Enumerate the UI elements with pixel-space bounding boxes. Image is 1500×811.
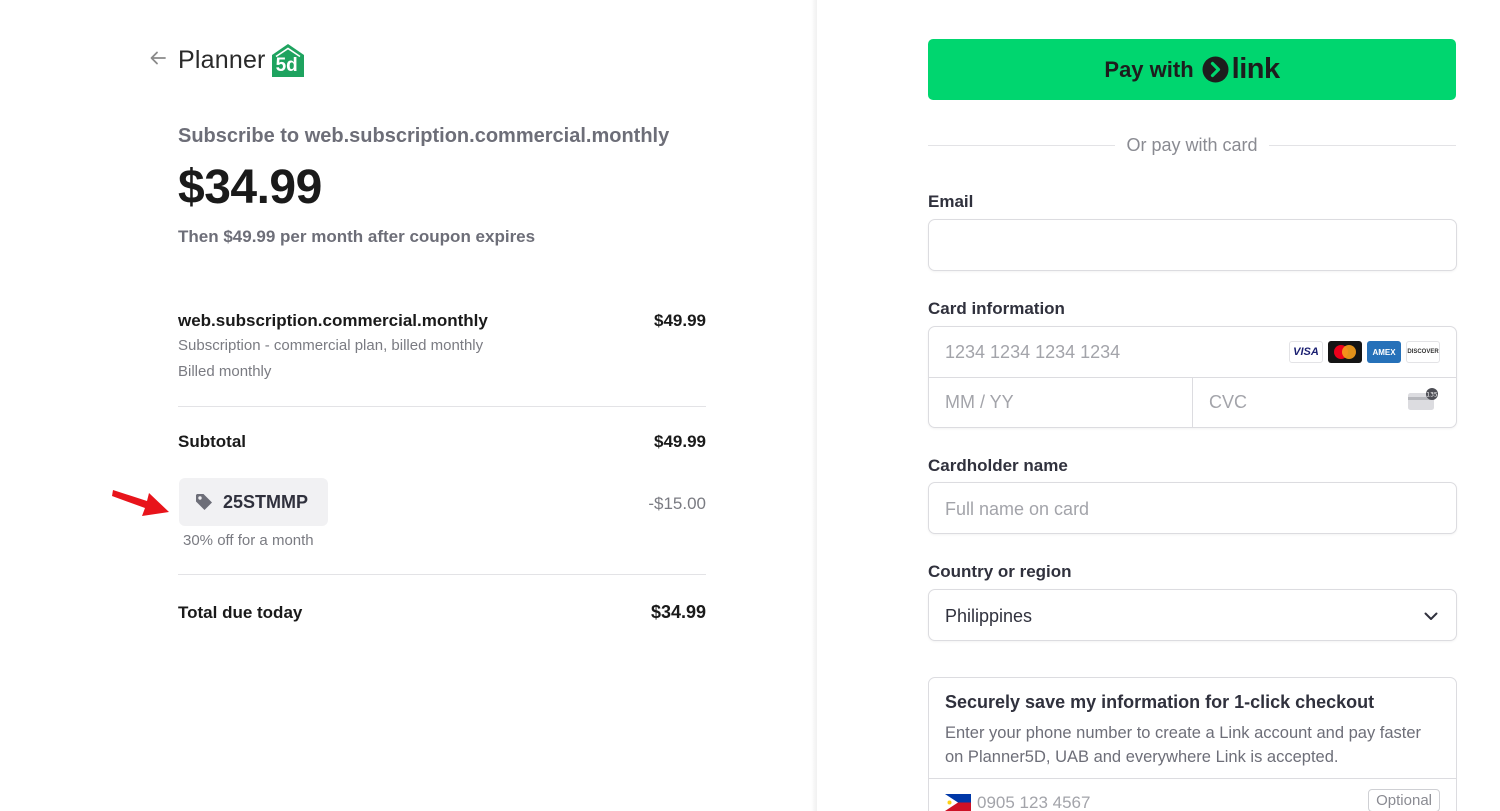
cardholder-name-placeholder: Full name on card bbox=[945, 499, 1090, 519]
payment-panel: Pay with link Or pay with card Email Car… bbox=[817, 0, 1500, 811]
total-value: $34.99 bbox=[650, 602, 706, 622]
divider-rule bbox=[928, 144, 1116, 146]
or-pay-with-card-text: Or pay with card bbox=[1126, 134, 1258, 155]
divider bbox=[178, 406, 706, 407]
logo-badge-text: 5d bbox=[275, 55, 298, 76]
card-information-group: 1234 1234 1234 1234 VISA AMEX DISCOVER M… bbox=[928, 326, 1457, 428]
coupon-description: 30% off for a month bbox=[183, 532, 314, 549]
arrow-left-icon[interactable] bbox=[147, 47, 169, 69]
save-info-title: Securely save my information for 1-click… bbox=[945, 692, 1375, 712]
tag-icon bbox=[194, 492, 214, 512]
coupon-chip[interactable]: 25STMMP bbox=[179, 478, 328, 526]
email-field[interactable] bbox=[928, 219, 1457, 271]
cvc-input[interactable]: CVC bbox=[1209, 392, 1247, 413]
email-label: Email bbox=[928, 192, 974, 211]
divider-rule bbox=[1268, 144, 1457, 146]
line-item-name: web.subscription.commercial.monthly bbox=[178, 311, 488, 330]
cvc-card-icon: 135 bbox=[1406, 387, 1440, 411]
pay-with-label: Pay with bbox=[1104, 56, 1194, 82]
country-select[interactable]: Philippines bbox=[928, 589, 1457, 641]
order-summary-panel: Planner 5d Subscribe to web.subscription… bbox=[0, 0, 817, 811]
logo-house-icon: 5d bbox=[269, 41, 307, 79]
card-column-divider bbox=[1192, 377, 1193, 428]
country-label: Country or region bbox=[928, 562, 1072, 581]
expiry-input[interactable]: MM / YY bbox=[945, 392, 1014, 413]
price-amount: $34.99 bbox=[178, 161, 322, 214]
country-value: Philippines bbox=[945, 606, 1033, 626]
card-number-input[interactable]: 1234 1234 1234 1234 bbox=[945, 342, 1120, 363]
svg-text:135: 135 bbox=[1426, 392, 1438, 399]
cardholder-name-label: Cardholder name bbox=[928, 456, 1068, 475]
link-chevron-icon bbox=[1202, 56, 1229, 83]
pay-with-link-button[interactable]: Pay with link bbox=[928, 39, 1456, 100]
save-info-description: Enter your phone number to create a Link… bbox=[945, 724, 1422, 766]
link-save-info-box: Securely save my information for 1-click… bbox=[928, 677, 1457, 811]
total-label: Total due today bbox=[178, 603, 303, 622]
cardholder-name-field[interactable]: Full name on card bbox=[928, 482, 1457, 534]
planner5d-logo: Planner 5d bbox=[178, 40, 307, 80]
line-item-billing: Billed monthly bbox=[178, 363, 272, 380]
visa-icon: VISA bbox=[1289, 341, 1323, 363]
philippines-flag-icon[interactable] bbox=[945, 794, 971, 811]
subscribe-title: Subscribe to web.subscription.commercial… bbox=[178, 125, 670, 147]
line-item-price: $49.99 bbox=[654, 311, 706, 330]
subtotal-label: Subtotal bbox=[178, 432, 246, 451]
card-information-label: Card information bbox=[928, 299, 1065, 318]
amex-icon: AMEX bbox=[1367, 341, 1401, 363]
link-logo: link bbox=[1202, 53, 1280, 86]
annotation-red-arrow-icon bbox=[111, 484, 173, 522]
mastercard-icon bbox=[1328, 341, 1362, 363]
line-item-description: Subscription - commercial plan, billed m… bbox=[178, 337, 484, 354]
coupon-discount: -$15.00 bbox=[648, 494, 706, 513]
logo-text: Planner bbox=[178, 45, 266, 74]
save-info-divider bbox=[929, 778, 1456, 779]
subtotal-value: $49.99 bbox=[654, 432, 706, 451]
discover-icon: DISCOVER bbox=[1406, 341, 1440, 363]
or-pay-with-card-divider: Or pay with card bbox=[928, 134, 1457, 156]
link-word: link bbox=[1231, 53, 1280, 85]
coupon-code: 25STMMP bbox=[223, 491, 309, 512]
card-brands: VISA AMEX DISCOVER bbox=[1289, 341, 1440, 363]
phone-number-input[interactable]: 0905 123 4567 bbox=[977, 793, 1090, 811]
optional-badge: Optional bbox=[1368, 789, 1440, 811]
divider bbox=[178, 574, 706, 575]
chevron-down-icon bbox=[1422, 607, 1440, 625]
price-then-text: Then $49.99 per month after coupon expir… bbox=[178, 227, 536, 246]
